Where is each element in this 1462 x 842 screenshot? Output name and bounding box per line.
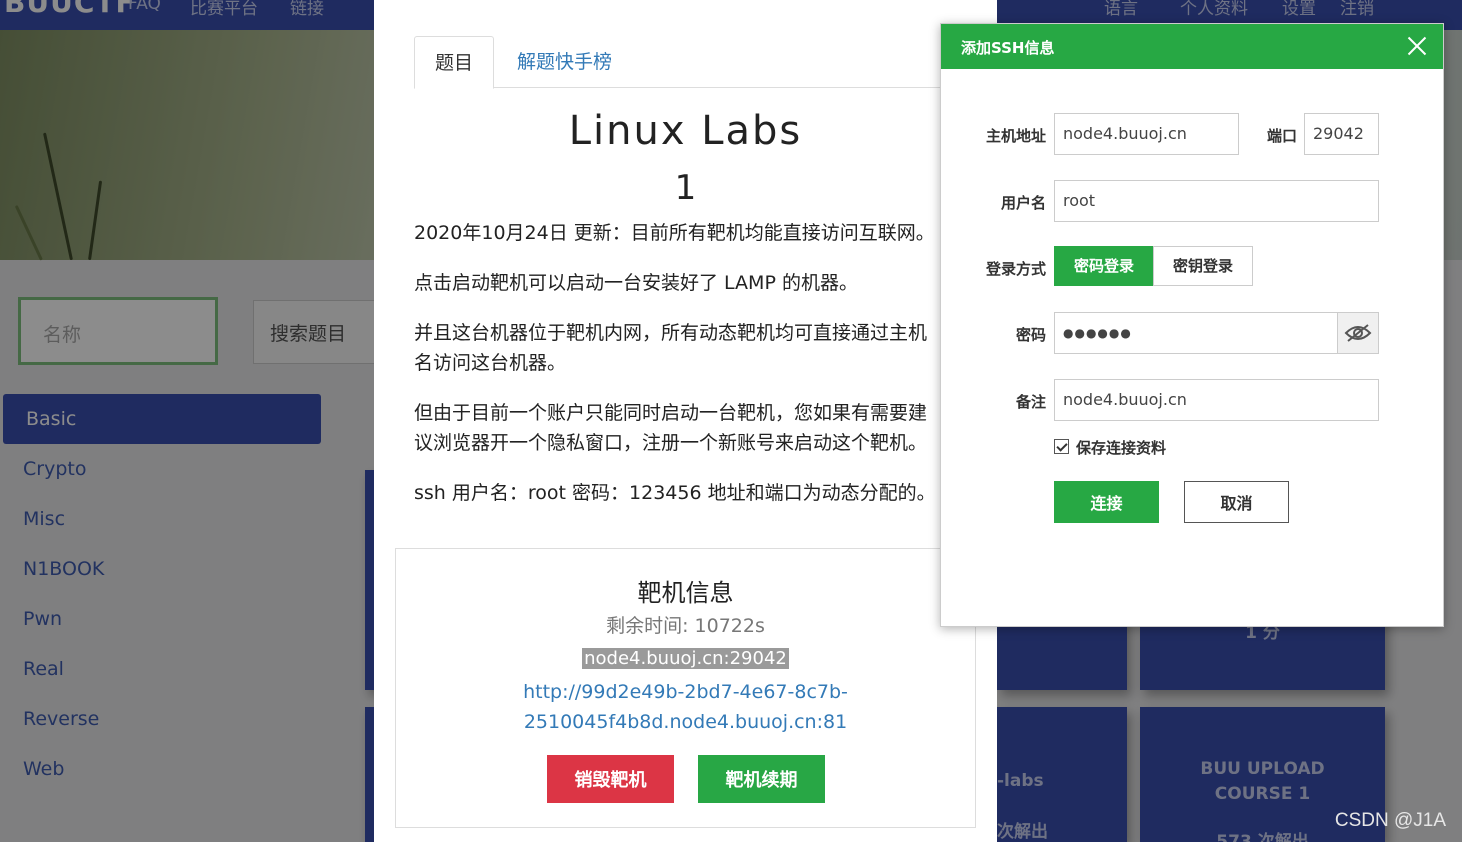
desc-paragraph: 点击启动靶机可以启动一台安装好了 LAMP 的机器。 [414,272,858,294]
challenge-tabs: 题目 解题快手榜 [414,36,997,89]
tab-challenge[interactable]: 题目 [414,36,495,89]
desc-paragraph: ssh 用户名：root 密码：123456 地址和端口为动态分配的。 [414,482,936,504]
toggle-password-button[interactable] [1337,312,1379,354]
challenge-modal: 题目 解题快手榜 Linux Labs 1 2020年10月24日 更新：目前所… [374,0,997,842]
target-url-line[interactable]: 2510045f4b8d.node4.buuoj.cn:81 [396,707,975,737]
desc-paragraph: 2020年10月24日 更新：目前所有靶机均能直接访问互联网。 [414,222,935,244]
key-login-button[interactable]: 密钥登录 [1153,246,1253,286]
host-label: 主机地址 [985,127,1046,145]
close-icon[interactable] [1405,34,1429,58]
password-input[interactable]: ●●●●●● [1054,312,1339,354]
connect-button[interactable]: 连接 [1054,481,1159,523]
eye-hidden-icon [1344,324,1372,342]
target-info-panel: 靶机信息 剩余时间: 10722s node4.buuoj.cn:29042 h… [395,548,976,828]
host-input[interactable]: node4.buuoj.cn [1054,113,1239,155]
target-address[interactable]: node4.buuoj.cn:29042 [582,648,789,669]
remark-input[interactable]: node4.buuoj.cn [1054,379,1379,421]
cancel-button[interactable]: 取消 [1184,481,1289,523]
renew-target-button[interactable]: 靶机续期 [698,755,825,803]
target-url-link[interactable]: http://99d2e49b-2bd7-4e67-8c7b- 2510045f… [396,677,975,737]
target-info-title: 靶机信息 [637,579,734,607]
dialog-title: 添加SSH信息 [961,39,1055,57]
login-method-label: 登录方式 [985,260,1046,278]
desc-paragraph: 名访问这台机器。 [414,352,567,374]
desc-paragraph: 议浏览器开一个隐私窗口，注册一个新账号来启动这个靶机。 [414,432,928,454]
target-url-line[interactable]: http://99d2e49b-2bd7-4e67-8c7b- [396,677,975,707]
password-label: 密码 [1015,326,1046,344]
tab-solve-leaderboard[interactable]: 解题快手榜 [497,36,632,88]
destroy-target-button[interactable]: 销毁靶机 [547,755,674,803]
save-connection-label[interactable]: 保存连接资料 [1076,437,1166,458]
port-input[interactable]: 29042 [1304,113,1379,155]
port-label: 端口 [1266,127,1297,145]
username-label: 用户名 [1000,194,1046,212]
password-login-button[interactable]: 密码登录 [1054,246,1154,286]
watermark: CSDN @J1A [1334,810,1446,831]
challenge-title: Linux Labs [568,108,803,154]
dialog-header: 添加SSH信息 [941,24,1443,69]
username-input[interactable]: root [1054,180,1379,222]
challenge-score: 1 [674,168,697,208]
remark-label: 备注 [1015,393,1046,411]
save-connection-checkbox[interactable] [1054,439,1069,454]
target-address-row: node4.buuoj.cn:29042 [396,648,975,669]
desc-paragraph: 但由于目前一个账户只能同时启动一台靶机，您如果有需要建 [414,402,928,424]
desc-paragraph: 并且这台机器位于靶机内网，所有动态靶机均可直接通过主机 [414,322,928,344]
add-ssh-dialog: 添加SSH信息 主机地址 node4.buuoj.cn 端口 29042 用户名… [940,23,1444,627]
remaining-time: 剩余时间: 10722s [606,615,765,637]
challenge-description: 2020年10月24日 更新：目前所有靶机均能直接访问互联网。 点击启动靶机可以… [414,218,1014,528]
